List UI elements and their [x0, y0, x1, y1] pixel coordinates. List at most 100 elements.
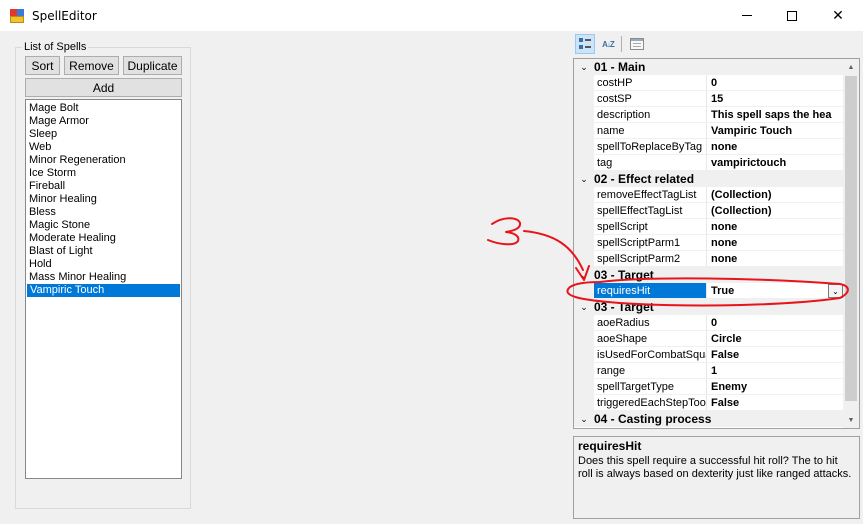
property-grid-scrollbar[interactable]: ▲ ▼	[843, 59, 859, 428]
property-row[interactable]: removeEffectTagList (Collection)	[574, 187, 859, 203]
property-name[interactable]: description	[594, 107, 707, 123]
property-name[interactable]: range	[594, 363, 707, 379]
scroll-down-arrow[interactable]: ▼	[843, 412, 859, 428]
property-grid[interactable]: ⌄ 01 - Main costHP 0 costSP 15 description This…	[573, 58, 860, 429]
collapse-chevron-icon[interactable]: ⌄	[574, 302, 594, 313]
property-value[interactable]: none	[707, 251, 859, 267]
spell-listbox[interactable]: Mage Bolt Mage Armor Sleep Web Minor Regener…	[25, 99, 182, 479]
property-row[interactable]: costHP 0	[574, 75, 859, 91]
category-row[interactable]: ⌄ 01 - Main	[574, 59, 859, 75]
maximize-button[interactable]	[769, 0, 815, 31]
property-row[interactable]: spellScriptParm2 none	[574, 251, 859, 267]
property-name[interactable]: costHP	[594, 75, 707, 91]
close-button[interactable]: ✕	[815, 0, 861, 31]
alphabetical-icon: A↓Z	[602, 39, 615, 49]
scroll-up-arrow[interactable]: ▲	[843, 59, 859, 75]
spell-list-item[interactable]: Fireball	[26, 180, 181, 193]
property-name[interactable]: requiresHit	[594, 283, 707, 299]
property-name[interactable]: spellScript	[594, 219, 707, 235]
property-row[interactable]: spellToReplaceByTag none	[574, 139, 859, 155]
collapse-chevron-icon[interactable]: ⌄	[574, 414, 594, 425]
category-row[interactable]: ⌄ 04 - Casting process	[574, 411, 859, 427]
property-value[interactable]: False	[707, 395, 859, 411]
category-label: 03 - Target	[594, 300, 654, 314]
property-pages-button[interactable]	[627, 34, 647, 54]
spell-list-item[interactable]: Mage Armor	[26, 115, 181, 128]
property-row[interactable]: aoeShape Circle	[574, 331, 859, 347]
property-row[interactable]: requiresHit True ⌄	[574, 283, 859, 299]
property-name[interactable]: triggeredEachStepToo	[594, 395, 707, 411]
category-row[interactable]: ⌄ 03 - Target	[574, 267, 859, 283]
spell-list-item[interactable]: Ice Storm	[26, 167, 181, 180]
property-row[interactable]: costSP 15	[574, 91, 859, 107]
property-value[interactable]: none	[707, 139, 859, 155]
property-value[interactable]: Enemy	[707, 379, 859, 395]
spell-list-item[interactable]: Bless	[26, 206, 181, 219]
property-name[interactable]: aoeRadius	[594, 315, 707, 331]
property-name[interactable]: spellEffectTagList	[594, 203, 707, 219]
property-value[interactable]: False	[707, 347, 859, 363]
spell-list-item[interactable]: Minor Healing	[26, 193, 181, 206]
property-name[interactable]: spellToReplaceByTag	[594, 139, 707, 155]
property-name[interactable]: spellTargetType	[594, 379, 707, 395]
property-row[interactable]: range 1	[574, 363, 859, 379]
property-name[interactable]: spellScriptParm2	[594, 251, 707, 267]
property-name[interactable]: spellScriptParm1	[594, 235, 707, 251]
spell-list-item[interactable]: Sleep	[26, 128, 181, 141]
property-row[interactable]: spellTargetType Enemy	[574, 379, 859, 395]
spell-list-item[interactable]: Web	[26, 141, 181, 154]
property-row[interactable]: spellScriptParm1 none	[574, 235, 859, 251]
category-row[interactable]: ⌄ 03 - Target	[574, 299, 859, 315]
property-row[interactable]: triggeredEachStepToo False	[574, 395, 859, 411]
property-value[interactable]: Vampiric Touch	[707, 123, 859, 139]
property-row[interactable]: isUsedForCombatSqua False	[574, 347, 859, 363]
property-row[interactable]: tag vampirictouch	[574, 155, 859, 171]
spell-list-item[interactable]: Hold	[26, 258, 181, 271]
spell-list-item[interactable]: Vampiric Touch	[27, 284, 180, 297]
scroll-thumb[interactable]	[845, 76, 857, 401]
categorized-button[interactable]	[575, 34, 595, 54]
property-value[interactable]: 0	[707, 315, 859, 331]
property-value[interactable]: Circle	[707, 331, 859, 347]
property-row[interactable]: name Vampiric Touch	[574, 123, 859, 139]
property-row[interactable]: description This spell saps the hea	[574, 107, 859, 123]
spell-list-item[interactable]: Blast of Light	[26, 245, 181, 258]
row-gutter	[574, 283, 594, 299]
property-row[interactable]: spellEffectTagList (Collection)	[574, 203, 859, 219]
property-name[interactable]: name	[594, 123, 707, 139]
property-value[interactable]: (Collection)	[707, 187, 859, 203]
remove-button[interactable]: Remove	[64, 56, 119, 75]
property-name[interactable]: aoeShape	[594, 331, 707, 347]
property-value[interactable]: (Collection)	[707, 203, 859, 219]
property-value[interactable]: This spell saps the hea	[707, 107, 859, 123]
property-name[interactable]: isUsedForCombatSqua	[594, 347, 707, 363]
property-value[interactable]: 15	[707, 91, 859, 107]
duplicate-button[interactable]: Duplicate	[123, 56, 182, 75]
property-value[interactable]: none	[707, 235, 859, 251]
add-button[interactable]: Add	[25, 78, 182, 97]
category-row[interactable]: ⌄ 02 - Effect related	[574, 171, 859, 187]
collapse-chevron-icon[interactable]: ⌄	[574, 62, 594, 73]
dropdown-chevron-icon[interactable]: ⌄	[828, 284, 843, 298]
spell-list-item[interactable]: Minor Regeneration	[26, 154, 181, 167]
spell-list-item[interactable]: Magic Stone	[26, 219, 181, 232]
spell-list-item[interactable]: Moderate Healing	[26, 232, 181, 245]
minimize-button[interactable]	[724, 0, 770, 31]
row-gutter	[574, 219, 594, 235]
alphabetical-button[interactable]: A↓Z	[598, 34, 618, 54]
collapse-chevron-icon[interactable]: ⌄	[574, 174, 594, 185]
row-gutter	[574, 251, 594, 267]
property-name[interactable]: removeEffectTagList	[594, 187, 707, 203]
property-value[interactable]: none	[707, 219, 859, 235]
collapse-chevron-icon[interactable]: ⌄	[574, 270, 594, 281]
sort-button[interactable]: Sort	[25, 56, 60, 75]
property-name[interactable]: costSP	[594, 91, 707, 107]
spell-list-item[interactable]: Mass Minor Healing	[26, 271, 181, 284]
property-name[interactable]: tag	[594, 155, 707, 171]
property-value[interactable]: 1	[707, 363, 859, 379]
property-row[interactable]: spellScript none	[574, 219, 859, 235]
property-value[interactable]: vampirictouch	[707, 155, 859, 171]
property-value[interactable]: 0	[707, 75, 859, 91]
property-row[interactable]: aoeRadius 0	[574, 315, 859, 331]
spell-list-item[interactable]: Mage Bolt	[26, 102, 181, 115]
